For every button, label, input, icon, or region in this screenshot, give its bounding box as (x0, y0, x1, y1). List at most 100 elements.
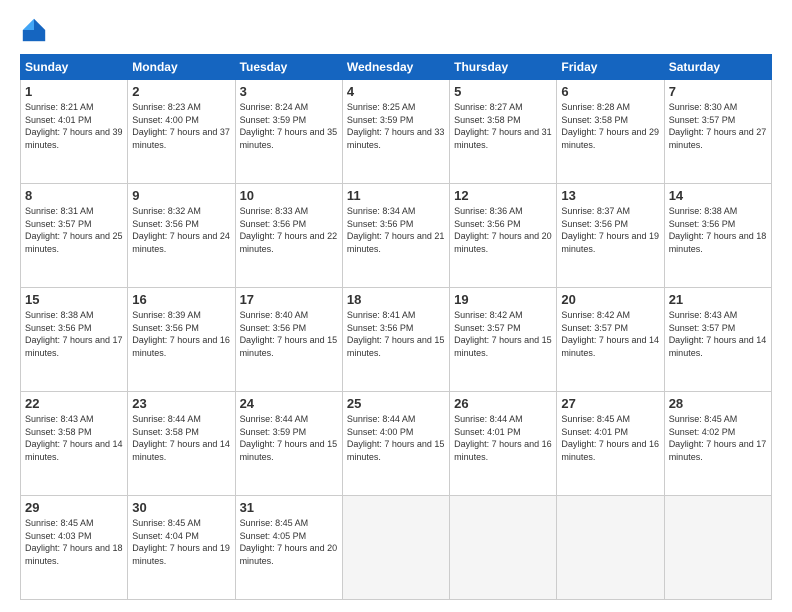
day-cell-7: 7 Sunrise: 8:30 AMSunset: 3:57 PMDaylight… (664, 80, 771, 184)
day-number: 9 (132, 188, 230, 203)
day-number: 26 (454, 396, 552, 411)
day-number: 21 (669, 292, 767, 307)
day-number: 24 (240, 396, 338, 411)
day-number: 12 (454, 188, 552, 203)
day-cell-10: 10Sunrise: 8:33 AMSunset: 3:56 PMDayligh… (235, 184, 342, 288)
day-info: Sunrise: 8:36 AMSunset: 3:56 PMDaylight:… (454, 205, 552, 255)
day-info: Sunrise: 8:33 AMSunset: 3:56 PMDaylight:… (240, 205, 338, 255)
day-number: 27 (561, 396, 659, 411)
day-info: Sunrise: 8:37 AMSunset: 3:56 PMDaylight:… (561, 205, 659, 255)
day-info: Sunrise: 8:45 AMSunset: 4:02 PMDaylight:… (669, 413, 767, 463)
day-cell-6: 6 Sunrise: 8:28 AMSunset: 3:58 PMDaylight… (557, 80, 664, 184)
day-info: Sunrise: 8:28 AMSunset: 3:58 PMDaylight:… (561, 101, 659, 151)
day-cell-20: 20Sunrise: 8:42 AMSunset: 3:57 PMDayligh… (557, 288, 664, 392)
day-info: Sunrise: 8:21 AMSunset: 4:01 PMDaylight:… (25, 101, 123, 151)
day-info: Sunrise: 8:32 AMSunset: 3:56 PMDaylight:… (132, 205, 230, 255)
day-cell-18: 18 Sunrise: 8:41 AMSunset: 3:56 PMDayligh… (342, 288, 449, 392)
day-number: 28 (669, 396, 767, 411)
day-number: 22 (25, 396, 123, 411)
day-header-sunday: Sunday (21, 55, 128, 80)
day-cell-28: 28 Sunrise: 8:45 AMSunset: 4:02 PMDayligh… (664, 392, 771, 496)
day-header-tuesday: Tuesday (235, 55, 342, 80)
logo-icon (20, 16, 48, 44)
day-number: 7 (669, 84, 767, 99)
calendar-week-5: 29Sunrise: 8:45 AMSunset: 4:03 PMDayligh… (21, 496, 772, 600)
day-info: Sunrise: 8:45 AMSunset: 4:04 PMDaylight:… (132, 517, 230, 567)
empty-cell (342, 496, 449, 600)
day-cell-12: 12 Sunrise: 8:36 AMSunset: 3:56 PMDayligh… (450, 184, 557, 288)
day-number: 11 (347, 188, 445, 203)
day-number: 1 (25, 84, 123, 99)
day-info: Sunrise: 8:31 AMSunset: 3:57 PMDaylight:… (25, 205, 123, 255)
calendar-week-3: 15 Sunrise: 8:38 AMSunset: 3:56 PMDayligh… (21, 288, 772, 392)
day-cell-29: 29Sunrise: 8:45 AMSunset: 4:03 PMDayligh… (21, 496, 128, 600)
day-info: Sunrise: 8:44 AMSunset: 4:00 PMDaylight:… (347, 413, 445, 463)
day-number: 13 (561, 188, 659, 203)
day-cell-11: 11Sunrise: 8:34 AMSunset: 3:56 PMDayligh… (342, 184, 449, 288)
day-header-friday: Friday (557, 55, 664, 80)
day-info: Sunrise: 8:27 AMSunset: 3:58 PMDaylight:… (454, 101, 552, 151)
day-info: Sunrise: 8:39 AMSunset: 3:56 PMDaylight:… (132, 309, 230, 359)
empty-cell (557, 496, 664, 600)
day-cell-15: 15 Sunrise: 8:38 AMSunset: 3:56 PMDayligh… (21, 288, 128, 392)
day-info: Sunrise: 8:44 AMSunset: 3:58 PMDaylight:… (132, 413, 230, 463)
day-cell-5: 5 Sunrise: 8:27 AMSunset: 3:58 PMDaylight… (450, 80, 557, 184)
day-cell-26: 26 Sunrise: 8:44 AMSunset: 4:01 PMDayligh… (450, 392, 557, 496)
day-number: 23 (132, 396, 230, 411)
day-cell-30: 30 Sunrise: 8:45 AMSunset: 4:04 PMDayligh… (128, 496, 235, 600)
day-number: 6 (561, 84, 659, 99)
day-number: 31 (240, 500, 338, 515)
day-number: 8 (25, 188, 123, 203)
header (20, 16, 772, 44)
day-cell-23: 23 Sunrise: 8:44 AMSunset: 3:58 PMDayligh… (128, 392, 235, 496)
day-number: 14 (669, 188, 767, 203)
day-number: 4 (347, 84, 445, 99)
empty-cell (664, 496, 771, 600)
day-cell-1: 1 Sunrise: 8:21 AMSunset: 4:01 PMDaylight… (21, 80, 128, 184)
day-info: Sunrise: 8:45 AMSunset: 4:03 PMDaylight:… (25, 517, 123, 567)
day-number: 15 (25, 292, 123, 307)
day-info: Sunrise: 8:38 AMSunset: 3:56 PMDaylight:… (25, 309, 123, 359)
day-cell-9: 9 Sunrise: 8:32 AMSunset: 3:56 PMDaylight… (128, 184, 235, 288)
day-info: Sunrise: 8:44 AMSunset: 3:59 PMDaylight:… (240, 413, 338, 463)
day-number: 30 (132, 500, 230, 515)
empty-cell (450, 496, 557, 600)
day-header-monday: Monday (128, 55, 235, 80)
day-cell-3: 3 Sunrise: 8:24 AMSunset: 3:59 PMDaylight… (235, 80, 342, 184)
day-info: Sunrise: 8:30 AMSunset: 3:57 PMDaylight:… (669, 101, 767, 151)
day-info: Sunrise: 8:42 AMSunset: 3:57 PMDaylight:… (454, 309, 552, 359)
day-info: Sunrise: 8:45 AMSunset: 4:05 PMDaylight:… (240, 517, 338, 567)
calendar-table: SundayMondayTuesdayWednesdayThursdayFrid… (20, 54, 772, 600)
day-info: Sunrise: 8:45 AMSunset: 4:01 PMDaylight:… (561, 413, 659, 463)
day-number: 2 (132, 84, 230, 99)
day-cell-14: 14 Sunrise: 8:38 AMSunset: 3:56 PMDayligh… (664, 184, 771, 288)
page: SundayMondayTuesdayWednesdayThursdayFrid… (0, 0, 792, 612)
day-number: 17 (240, 292, 338, 307)
calendar-week-2: 8 Sunrise: 8:31 AMSunset: 3:57 PMDaylight… (21, 184, 772, 288)
day-info: Sunrise: 8:41 AMSunset: 3:56 PMDaylight:… (347, 309, 445, 359)
day-number: 19 (454, 292, 552, 307)
day-info: Sunrise: 8:44 AMSunset: 4:01 PMDaylight:… (454, 413, 552, 463)
day-cell-21: 21Sunrise: 8:43 AMSunset: 3:57 PMDayligh… (664, 288, 771, 392)
day-cell-16: 16Sunrise: 8:39 AMSunset: 3:56 PMDayligh… (128, 288, 235, 392)
day-number: 25 (347, 396, 445, 411)
day-cell-13: 13 Sunrise: 8:37 AMSunset: 3:56 PMDayligh… (557, 184, 664, 288)
day-number: 3 (240, 84, 338, 99)
day-number: 18 (347, 292, 445, 307)
calendar-week-4: 22 Sunrise: 8:43 AMSunset: 3:58 PMDayligh… (21, 392, 772, 496)
day-info: Sunrise: 8:43 AMSunset: 3:58 PMDaylight:… (25, 413, 123, 463)
day-info: Sunrise: 8:42 AMSunset: 3:57 PMDaylight:… (561, 309, 659, 359)
day-info: Sunrise: 8:38 AMSunset: 3:56 PMDaylight:… (669, 205, 767, 255)
day-cell-27: 27 Sunrise: 8:45 AMSunset: 4:01 PMDayligh… (557, 392, 664, 496)
day-cell-19: 19 Sunrise: 8:42 AMSunset: 3:57 PMDayligh… (450, 288, 557, 392)
day-info: Sunrise: 8:24 AMSunset: 3:59 PMDaylight:… (240, 101, 338, 151)
day-info: Sunrise: 8:25 AMSunset: 3:59 PMDaylight:… (347, 101, 445, 151)
day-header-wednesday: Wednesday (342, 55, 449, 80)
calendar-week-1: 1 Sunrise: 8:21 AMSunset: 4:01 PMDaylight… (21, 80, 772, 184)
day-cell-17: 17 Sunrise: 8:40 AMSunset: 3:56 PMDayligh… (235, 288, 342, 392)
day-cell-2: 2Sunrise: 8:23 AMSunset: 4:00 PMDaylight… (128, 80, 235, 184)
day-cell-22: 22 Sunrise: 8:43 AMSunset: 3:58 PMDayligh… (21, 392, 128, 496)
day-info: Sunrise: 8:40 AMSunset: 3:56 PMDaylight:… (240, 309, 338, 359)
day-number: 5 (454, 84, 552, 99)
day-cell-31: 31 Sunrise: 8:45 AMSunset: 4:05 PMDayligh… (235, 496, 342, 600)
